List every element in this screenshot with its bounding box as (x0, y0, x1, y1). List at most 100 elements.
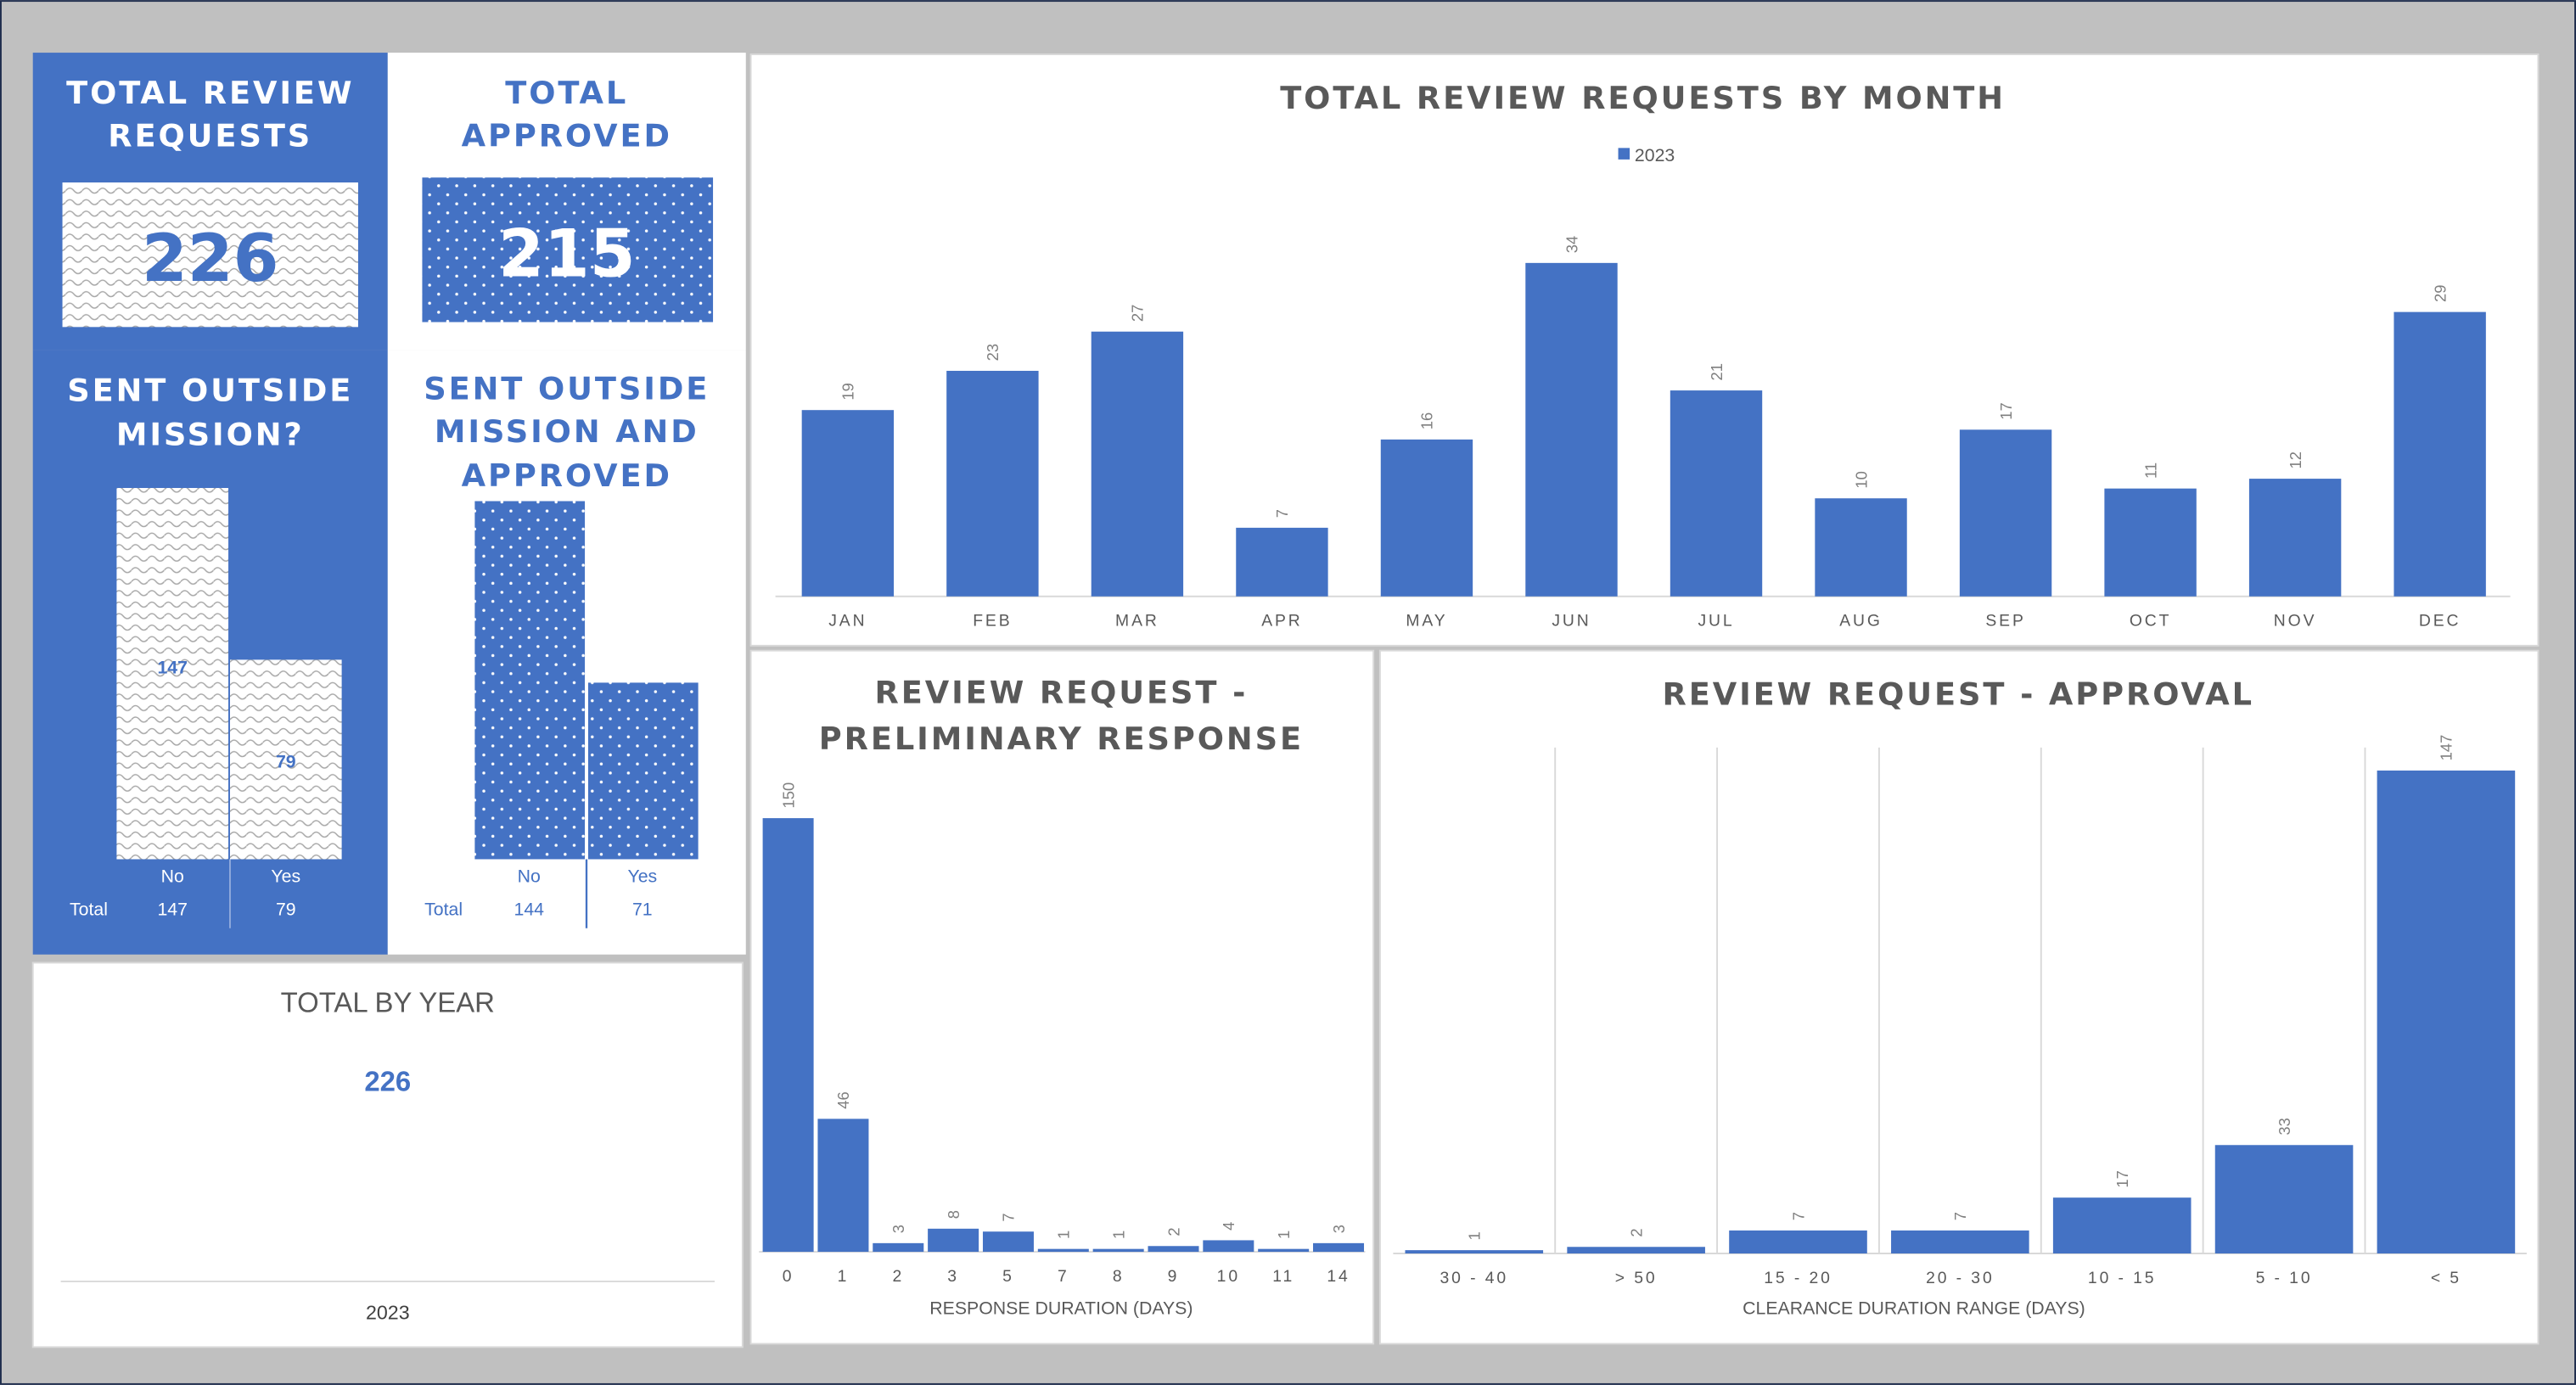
bar (587, 682, 699, 860)
bar (1729, 1230, 1867, 1254)
bar (2214, 1145, 2354, 1254)
category-label: No (518, 866, 541, 887)
bar (1670, 390, 1763, 597)
bar (2394, 311, 2486, 597)
data-label: 1 (1055, 1231, 1073, 1239)
data-label: 147 (157, 658, 188, 678)
data-label: 2 (1165, 1227, 1182, 1236)
bar (1380, 439, 1473, 597)
bar (1815, 498, 1907, 597)
x-tick-label: JUN (1552, 612, 1591, 631)
panel-title: MISSION AND (435, 413, 699, 450)
data-label: 7 (1789, 1212, 1807, 1220)
kpi-title: TOTAL REVIEW (66, 75, 354, 111)
data-label: 2 (1627, 1228, 1645, 1236)
x-tick-label: MAR (1115, 612, 1159, 631)
bar (1959, 429, 2052, 597)
kpi-title: REQUESTS (108, 117, 312, 154)
bar (817, 1119, 869, 1253)
bar (1567, 1247, 1705, 1254)
category-label: Yes (271, 866, 300, 887)
x-tick-label: 7 (1058, 1267, 1069, 1286)
x-tick-label: APR (1261, 612, 1302, 631)
data-label: 17 (1997, 402, 2015, 419)
x-tick-label: 10 - 15 (2088, 1269, 2157, 1287)
data-label: 11 (2141, 463, 2159, 479)
data-label: 7 (1951, 1212, 1969, 1220)
bar (801, 410, 895, 597)
bar (1148, 1246, 1199, 1253)
x-tick-label: OCT (2130, 612, 2172, 631)
kpi-total-approved: TOTAL APPROVED 215 (387, 53, 746, 350)
kpi-value: 226 (142, 221, 279, 297)
x-tick-label: JUL (1698, 612, 1734, 631)
data-label: 8 (945, 1210, 962, 1219)
x-tick-label: 2 (892, 1267, 904, 1286)
kpi-value: 215 (498, 216, 636, 292)
bar (1891, 1230, 2029, 1254)
data-label: 33 (2276, 1118, 2293, 1135)
bar (928, 1228, 979, 1253)
x-tick-label: 15 - 20 (1764, 1269, 1832, 1287)
x-tick-label: DEC (2419, 612, 2461, 631)
x-tick-label: NOV (2274, 612, 2317, 631)
data-label: 46 (834, 1091, 852, 1108)
data-label: 147 (2438, 735, 2455, 761)
bar (873, 1242, 924, 1253)
data-label: 34 (1563, 236, 1580, 253)
x-tick-label: FEB (973, 612, 1012, 631)
data-label: 3 (1330, 1225, 1348, 1233)
table-value: 144 (514, 899, 545, 919)
data-label: 79 (276, 752, 296, 772)
bar (2104, 488, 2197, 597)
x-axis-title: RESPONSE DURATION (DAYS) (929, 1298, 1193, 1319)
bar (1091, 331, 1184, 597)
kpi-title: APPROVED (462, 117, 672, 154)
x-tick-label: 1 (838, 1267, 850, 1286)
data-label: 7 (1273, 509, 1291, 518)
chart-title: PRELIMINARY RESPONSE (819, 721, 1304, 757)
table-value: 147 (157, 899, 188, 919)
bar (2052, 1197, 2192, 1254)
data-label: 1 (1109, 1231, 1127, 1239)
row-label: Total (70, 899, 108, 919)
row-label: Total (424, 899, 463, 919)
x-tick-label: 8 (1113, 1267, 1125, 1286)
bar (1525, 262, 1618, 597)
kpi-total-review-requests: TOTAL REVIEW REQUESTS 226 (32, 53, 388, 350)
panel-title: SENT OUTSIDE (67, 372, 353, 408)
x-axis-title: CLEARANCE DURATION RANGE (DAYS) (1743, 1298, 2085, 1319)
data-label: 16 (1418, 412, 1436, 429)
x-tick-label: 3 (947, 1267, 959, 1286)
data-label: 17 (2113, 1170, 2131, 1187)
x-tick-label: 30 - 40 (1440, 1269, 1509, 1287)
table-value: 71 (632, 899, 653, 919)
data-label: 27 (1129, 305, 1147, 322)
sent-outside-approved-panel: SENT OUTSIDE MISSION AND APPROVED Total … (387, 350, 746, 955)
data-label: 7 (1000, 1213, 1018, 1221)
data-label: 29 (2431, 285, 2449, 302)
dashboard: TOTAL REVIEW REQUESTS 226 TOTAL APPROVED… (0, 0, 2576, 1385)
chart-title: TOTAL REVIEW REQUESTS BY MONTH (1280, 80, 2006, 116)
year-total-value: 226 (364, 1065, 411, 1096)
bar (1092, 1248, 1144, 1253)
bar (946, 370, 1039, 597)
bar (2248, 479, 2342, 597)
x-tick-label: 14 (1327, 1267, 1350, 1286)
bar (1313, 1242, 1365, 1253)
total-by-year-panel: TOTAL BY YEAR 226 2023 (31, 962, 744, 1349)
data-label: 1 (1466, 1231, 1484, 1240)
x-tick-label: 0 (783, 1267, 794, 1286)
bar (2377, 770, 2516, 1254)
bar (1203, 1240, 1254, 1253)
x-tick-label: 20 - 30 (1926, 1269, 1995, 1287)
bar (982, 1231, 1034, 1253)
legend-swatch (1618, 148, 1630, 160)
x-tick-label: 11 (1272, 1267, 1294, 1286)
table-value: 79 (276, 899, 296, 919)
x-tick-label: MAY (1406, 612, 1447, 631)
category-label: Yes (627, 866, 657, 887)
data-label: 21 (1708, 363, 1726, 380)
approval-chart: REVIEW REQUEST - APPROVAL 1 30 - 40 2 > 50 7… (1378, 649, 2540, 1345)
x-tick-label: 9 (1168, 1267, 1180, 1286)
